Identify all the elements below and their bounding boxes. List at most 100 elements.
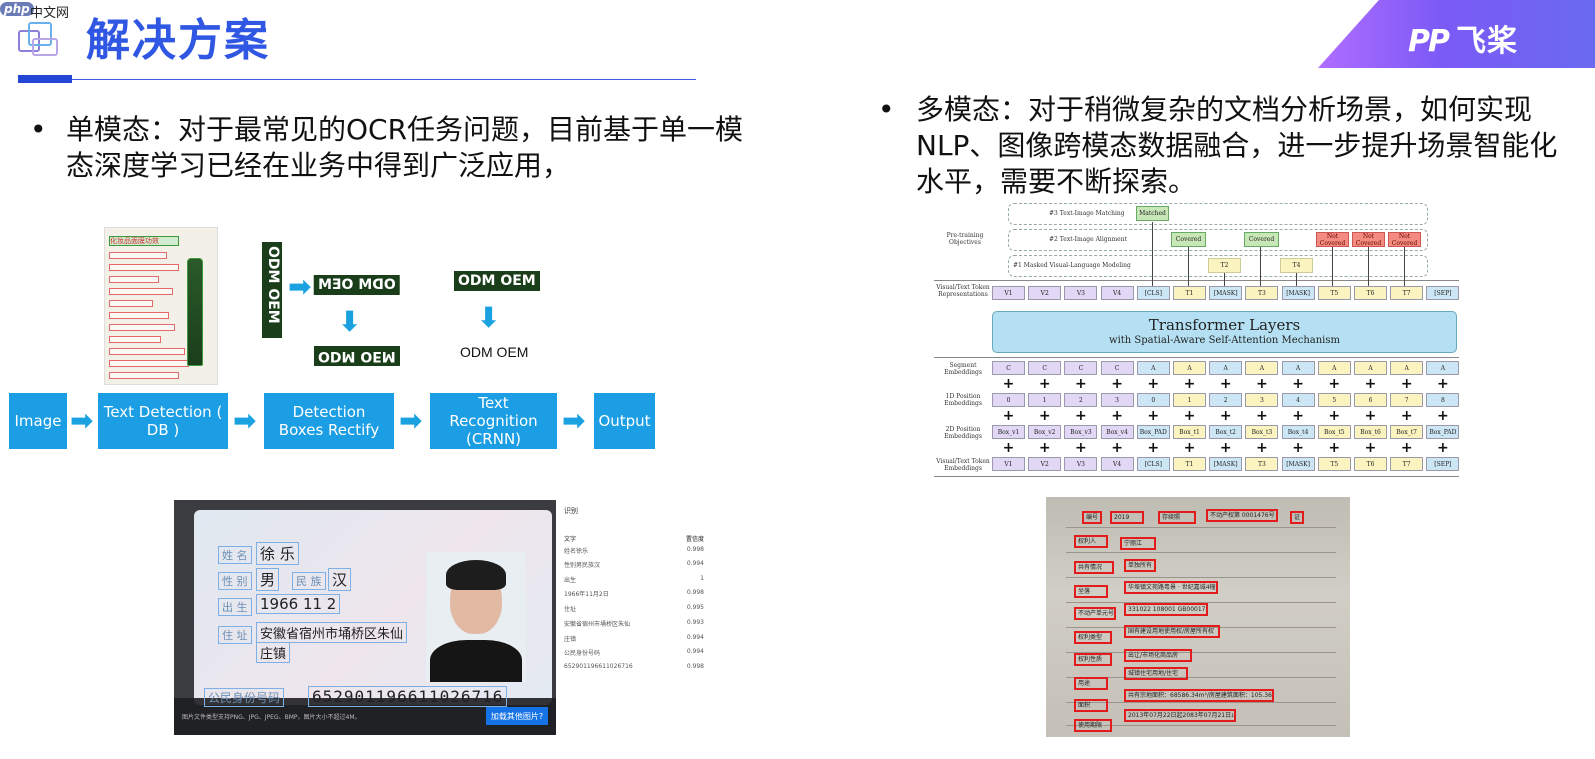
masked-target-tag: T2 <box>1208 258 1241 273</box>
bullet-dot: • <box>30 113 47 146</box>
cert-text-box: 国有建设用地使用权/房屋所有权 <box>1124 625 1220 638</box>
repr-token: V1 <box>992 286 1025 300</box>
cert-text-box: 2019 <box>1110 511 1144 524</box>
result-text: 1966年11月2日 <box>564 591 609 598</box>
plus-sign: + <box>1219 440 1232 456</box>
token-embedding: [SEP] <box>1426 457 1460 471</box>
upload-other-image-button[interactable]: 加载其他图片? <box>486 707 548 725</box>
plus-sign: + <box>1292 376 1304 392</box>
result-confidence: 0.998 <box>686 663 704 670</box>
plus-sign: + <box>1111 440 1123 456</box>
segment-embedding: A <box>1136 361 1170 375</box>
repr-token: V2 <box>1028 286 1062 300</box>
arrow-right-icon: ➡ <box>399 404 423 437</box>
repr-token: V3 <box>1064 286 1098 300</box>
position-1d-embedding: 2 <box>1209 393 1243 407</box>
token-embedding: V4 <box>1100 457 1134 471</box>
plus-sign: + <box>1364 408 1377 424</box>
token-embedding: T7 <box>1390 457 1424 471</box>
result-text: 住址 <box>564 606 577 613</box>
repr-token: T7 <box>1390 286 1424 300</box>
label-segment-embeddings: Segment Embeddings <box>944 362 982 376</box>
plus-sign: + <box>1002 440 1015 456</box>
property-certificate-image: 编号 2019 存续照 不动产权第 0001476号证权利人 共有情况 坐落 不动产单元号权… <box>1046 497 1350 737</box>
segment-embedding: A <box>1390 361 1424 375</box>
php-watermark: php 中文网 <box>0 0 69 22</box>
segment-embedding: C <box>992 361 1025 375</box>
repr-token: [MASK] <box>1209 286 1243 300</box>
token-embedding: T6 <box>1354 457 1387 471</box>
cert-text-box: 编号 <box>1082 511 1102 524</box>
result-confidence: 0.995 <box>686 604 704 611</box>
connector-line <box>1152 222 1153 286</box>
position-2d-embedding: Box_t7 <box>1390 425 1424 439</box>
segment-embedding: C <box>1028 361 1062 375</box>
pipeline-step-image: Image <box>9 393 67 449</box>
transformer-title: Transformer Layers <box>1148 316 1301 334</box>
oem-label-flipped: ODM OEM <box>314 346 400 366</box>
segment-embedding: A <box>1354 361 1387 375</box>
repr-token: V4 <box>1100 286 1134 300</box>
result-row: 性别男民族汉 0.994 <box>564 560 704 569</box>
position-1d-embedding: 1 <box>1028 393 1062 407</box>
position-2d-embedding: Box_t6 <box>1354 425 1387 439</box>
arrow-right-icon: ➡ <box>233 404 257 437</box>
result-row: 出生 1 <box>564 575 704 584</box>
position-1d-embedding: 3 <box>1245 393 1279 407</box>
position-2d-embedding: Box_PAD <box>1426 425 1460 439</box>
position-1d-embedding: 1 <box>1173 393 1206 407</box>
result-text: 安徽省宿州市埇桥区朱仙 <box>564 621 631 628</box>
arrow-right-icon: ➡ <box>70 404 94 437</box>
id-label-name: 姓 名 <box>218 546 252 564</box>
plus-sign: + <box>1075 440 1087 456</box>
transformer-layers-block: Transformer Layers with Spatial-Aware Se… <box>992 311 1457 353</box>
php-logo-text: php <box>0 2 34 16</box>
plus-sign: + <box>1111 376 1123 392</box>
repr-token: [CLS] <box>1136 286 1170 300</box>
token-embedding: [MASK] <box>1281 457 1315 471</box>
not-covered-tag: Not Covered <box>1352 232 1385 247</box>
token-embedding: [MASK] <box>1209 457 1243 471</box>
product-bottle <box>187 258 203 366</box>
result-text: 性别男民族汉 <box>564 562 601 569</box>
title-underline <box>72 79 696 80</box>
result-confidence: 0.994 <box>686 648 704 655</box>
plus-sign: + <box>1111 408 1123 424</box>
token-embedding: T1 <box>1173 457 1206 471</box>
repr-token: T5 <box>1317 286 1351 300</box>
bullet-text: 单模态：对于最常见的OCR任务问题，目前基于单一模态深度学习已经在业务中得到广泛… <box>66 113 744 182</box>
plus-sign: + <box>1219 408 1232 424</box>
token-embedding: V1 <box>992 457 1025 471</box>
token-embedding: T5 <box>1317 457 1351 471</box>
plus-sign: + <box>1038 376 1051 392</box>
result-confidence: 0.998 <box>686 546 704 553</box>
bullet-multi-modal: • 多模态：对于稍微复杂的文档分析场景，如何实现NLP、图像跨模态数据融合，进一… <box>878 92 1578 200</box>
plus-sign: + <box>1292 408 1304 424</box>
ocr-results-panel: 识别 文字 置信度 姓名徐乐 0.998 性别男民族汉 0.994 出生 1 1966… <box>556 500 710 735</box>
result-row: 姓名徐乐 0.998 <box>564 546 704 555</box>
oem-label-rotated: ODM OEM <box>262 242 282 338</box>
id-label-gender: 性 别 <box>218 572 252 590</box>
objective-text-image-matching: #3 Text-Image Matching <box>1008 203 1428 225</box>
objective-label: #3 Text-Image Matching <box>1049 210 1125 217</box>
layoutlm-architecture-diagram: Pre-training Objectives #3 Text-Image Ma… <box>934 200 1460 478</box>
plus-sign: + <box>1256 376 1268 392</box>
position-2d-embedding: Box_PAD <box>1136 425 1170 439</box>
segment-embedding: C <box>1100 361 1134 375</box>
segment-embedding: A <box>1426 361 1460 375</box>
divider-line <box>934 476 1459 477</box>
cert-text-box: 用途 <box>1074 677 1108 690</box>
repr-token: T3 <box>1245 286 1279 300</box>
plus-sign: + <box>1292 440 1304 456</box>
position-1d-embedding: 0 <box>1136 393 1170 407</box>
bullet-single-modal: • 单模态：对于最常见的OCR任务问题，目前基于单一模态深度学习已经在业务中得到… <box>30 112 770 184</box>
position-1d-embedding: 7 <box>1390 393 1424 407</box>
doc-header-box: 化妆品面膜功效 <box>109 236 179 246</box>
id-value-ethnicity: 汉 <box>328 568 352 591</box>
pipeline-step-output: Output <box>594 393 655 449</box>
position-2d-embedding: Box_v3 <box>1064 425 1098 439</box>
position-2d-embedding: Box_v4 <box>1100 425 1134 439</box>
result-row: 庄镇 0.994 <box>564 634 704 643</box>
covered-tag: Covered <box>1244 232 1279 247</box>
covered-tag: Covered <box>1171 232 1206 247</box>
